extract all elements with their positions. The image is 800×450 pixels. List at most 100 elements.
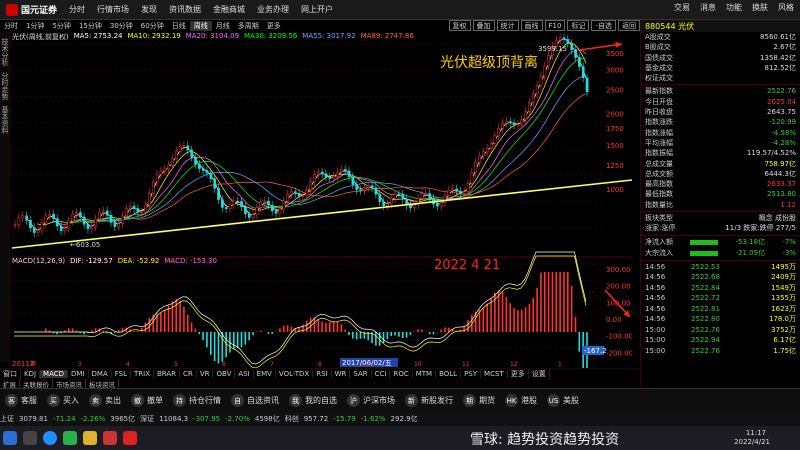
period-multi[interactable]: 多周期 [234,21,263,31]
quick-button-1[interactable]: 买买入 [42,394,84,407]
legend-ma20: MA20: 3104.09 [185,32,240,40]
menu-item-market[interactable]: 行情市场 [91,4,135,15]
candle [32,227,36,233]
indicator-5[interactable]: FSL [112,370,131,378]
indicator-13[interactable]: VOL-TDX [276,370,314,378]
rail-tab-timeshare[interactable]: 分时走势 [0,72,10,100]
indicator-8[interactable]: CR [180,370,197,378]
f10-button[interactable]: F10 [544,20,566,31]
quick-button-9[interactable]: 期期货 [458,394,500,407]
kline-chart[interactable]: 3500 3000 2500 2000 1750 1500 1250 1000 3599.15 ←… [10,32,632,368]
rail-tab-tech[interactable]: 技术分析 [0,38,10,66]
period-30min[interactable]: 30分钟 [106,21,137,31]
rail-tab-basic[interactable]: 基本资料 [0,106,10,134]
quick-button-0[interactable]: 客客服 [0,394,42,407]
indicator-16[interactable]: SAR [350,370,372,378]
period-weekly[interactable]: 周线 [189,21,212,31]
stat-row: 指数涨跌 -120.99 [645,118,796,127]
indicator-4[interactable]: DMA [89,370,112,378]
menu-style[interactable]: 风格 [778,2,794,13]
back-button[interactable]: 返回 [618,20,640,31]
candle [293,191,297,194]
quick-button-10[interactable]: HK 港股 [500,394,542,407]
status-item-0: 上证 [0,415,14,423]
folder-icon[interactable] [83,431,97,445]
indicator-24[interactable]: 设置 [529,369,550,379]
period-timeshare[interactable]: 分时 [0,21,22,31]
menu-trade[interactable]: 交易 [674,2,690,13]
indicator-7[interactable]: BRAR [154,370,181,378]
tab-market-news[interactable]: 市场资讯 [53,378,86,389]
remove-watchlist-button[interactable]: -自选 [591,20,616,31]
menu-messages[interactable]: 消息 [700,2,716,13]
indicator-9[interactable]: VR [197,370,214,378]
wps-icon[interactable] [123,431,137,445]
period-more[interactable]: 更多 [263,21,285,31]
menu-item-open-account[interactable]: 网上开户 [295,4,339,15]
period-daily[interactable]: 日线 [168,21,190,31]
start-icon[interactable] [3,431,17,445]
indicator-17[interactable]: CCI [372,370,391,378]
period-monthly[interactable]: 月线 [212,21,234,31]
quick-button-6[interactable]: 我我的自选 [284,394,342,407]
quick-button-2[interactable]: 卖卖出 [84,394,126,407]
status-item-6: 11084.3 [159,415,189,423]
indicator-2[interactable]: MACD [40,370,69,378]
indicator-12[interactable]: EMV [254,370,276,378]
candle [213,178,217,189]
tab-expand[interactable]: 扩展 [0,378,20,389]
tick-row: 14:56 2522.81 1623万 [645,304,796,313]
tab-sector-news[interactable]: 板块资讯 [86,378,119,389]
menu-skin[interactable]: 换肤 [752,2,768,13]
chart-area[interactable]: 3500 3000 2500 2000 1750 1500 1250 1000 3599.15 ←… [10,32,632,368]
indicator-23[interactable]: 更多 [508,369,529,379]
period-15min[interactable]: 15分钟 [75,21,106,31]
menu-item-timeshare[interactable]: 分时 [63,4,91,15]
mark-button[interactable]: 标记 [567,20,590,31]
draw-line-button[interactable]: 画线 [520,20,543,31]
quick-button-3[interactable]: 撤撤单 [126,394,168,407]
candle [151,181,155,194]
period-1min[interactable]: 1分钟 [22,21,48,31]
indicator-21[interactable]: PSY [461,370,482,378]
stat-row: 指数涨幅 -4.58% [645,128,796,137]
indicator-19[interactable]: MTM [413,370,437,378]
menu-functions[interactable]: 功能 [726,2,742,13]
tick-row: 14:56 2522.80 178.0万 [645,315,796,324]
indicator-0[interactable]: 窗口 [0,369,21,379]
app-icon[interactable] [103,431,117,445]
search-icon[interactable] [23,431,37,445]
period-60min[interactable]: 60分钟 [137,21,168,31]
menu-item-mall[interactable]: 金融商城 [207,4,251,15]
indicator-14[interactable]: RSI [313,370,332,378]
indicator-1[interactable]: KDJ [21,370,41,378]
quick-button-4[interactable]: 持持仓行情 [168,394,226,407]
logo-icon [6,3,18,16]
bottom-tabs: 扩展 关联报价 市场资讯 板块资讯 [0,378,640,389]
indicator-6[interactable]: TRIX [131,370,154,378]
quick-button-8[interactable]: 新新股发行 [400,394,458,407]
menu-item-discover[interactable]: 发现 [135,4,163,15]
indicator-15[interactable]: WR [332,370,351,378]
indicator-10[interactable]: OBV [213,370,236,378]
browser-icon[interactable] [43,431,57,445]
overlay-button[interactable]: 叠加 [472,20,495,31]
indicator-3[interactable]: DMI [68,370,89,378]
menu-item-business[interactable]: 业务办理 [251,4,295,15]
quick-button-11[interactable]: US 美股 [542,394,584,407]
quick-button-7[interactable]: 沪沪深市场 [342,394,400,407]
indicator-18[interactable]: ROC [390,370,413,378]
period-5min[interactable]: 5分钟 [48,21,74,31]
tab-related-quotes[interactable]: 关联报价 [20,378,53,389]
menu-item-news[interactable]: 资讯数据 [163,4,207,15]
indicator-11[interactable]: ASI [235,370,254,378]
indicator-20[interactable]: BOLL [436,370,462,378]
candle [374,187,378,195]
adjust-button[interactable]: 复权 [448,20,471,31]
status-item-4: 3965亿 [110,415,136,423]
quick-button-5[interactable]: 自自选资讯 [226,394,284,407]
quick-icon-2: 卖 [89,394,102,407]
indicator-22[interactable]: MCST [481,370,508,378]
statistics-button[interactable]: 统计 [496,20,519,31]
wechat-icon[interactable] [63,431,77,445]
